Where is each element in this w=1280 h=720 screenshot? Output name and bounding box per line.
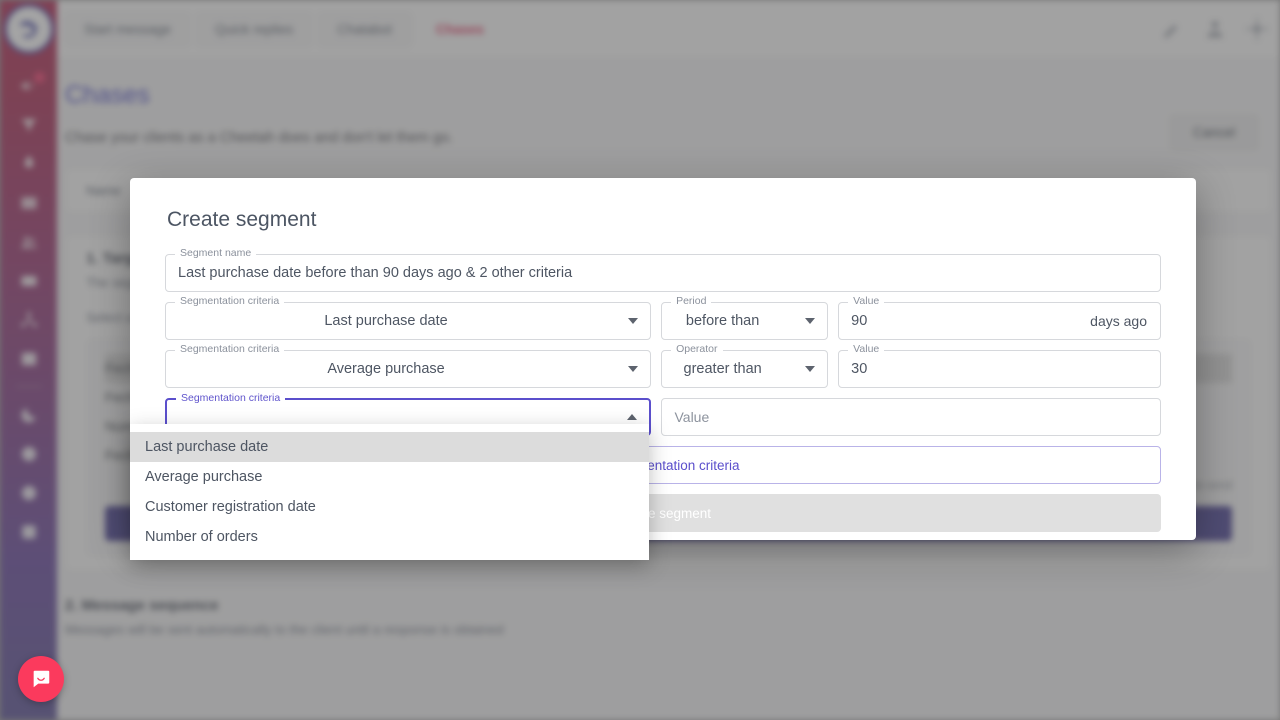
value-text-2: 30 bbox=[851, 361, 868, 377]
dropdown-option-customer-registration-date[interactable]: Customer registration date bbox=[130, 492, 649, 522]
segment-name-label: Segment name bbox=[175, 248, 257, 259]
criteria-row-1: Segmentation criteria Last purchase date… bbox=[165, 296, 1161, 340]
criteria-label-1: Segmentation criteria bbox=[175, 296, 285, 307]
chevron-up-icon[interactable] bbox=[627, 414, 638, 420]
modal-title: Create segment bbox=[167, 208, 317, 231]
value-input-2[interactable]: Value 30 bbox=[838, 344, 1161, 388]
chevron-down-icon[interactable] bbox=[805, 318, 816, 324]
segment-name-row: Segment name Last purchase date before t… bbox=[165, 248, 1161, 292]
chat-bubble-icon bbox=[33, 670, 50, 688]
period-select-1[interactable]: Period before than bbox=[661, 296, 829, 340]
value-input-3[interactable]: Value bbox=[661, 398, 1161, 436]
criteria-label-2: Segmentation criteria bbox=[175, 344, 285, 355]
criteria-row-2: Segmentation criteria Average purchase O… bbox=[165, 344, 1161, 388]
criteria-select-1[interactable]: Segmentation criteria Last purchase date bbox=[165, 296, 652, 340]
value-placeholder-3: Value bbox=[674, 409, 710, 425]
intercom-launcher-button[interactable] bbox=[18, 656, 64, 702]
dropdown-option-last-purchase-date[interactable]: Last purchase date bbox=[130, 432, 649, 462]
chevron-down-icon[interactable] bbox=[805, 366, 816, 372]
segment-name-field[interactable]: Segment name Last purchase date before t… bbox=[165, 248, 1161, 292]
criteria-value-2: Average purchase bbox=[327, 361, 445, 377]
chevron-down-icon[interactable] bbox=[628, 318, 639, 324]
value-label-2: Value bbox=[848, 344, 885, 355]
operator-label-2: Operator bbox=[671, 344, 723, 355]
segment-name-value: Last purchase date before than 90 days a… bbox=[178, 265, 573, 281]
value-text-1: 90 bbox=[851, 313, 868, 329]
chevron-down-icon[interactable] bbox=[628, 366, 639, 372]
value-input-1[interactable]: Value 90 days ago bbox=[838, 296, 1161, 340]
criteria-dropdown-menu: Last purchase date Average purchase Cust… bbox=[130, 424, 649, 560]
dropdown-option-average-purchase[interactable]: Average purchase bbox=[130, 462, 649, 492]
criteria-label-3: Segmentation criteria bbox=[176, 393, 286, 404]
period-label-1: Period bbox=[671, 296, 712, 307]
operator-select-2[interactable]: Operator greater than bbox=[661, 344, 829, 388]
criteria-select-2[interactable]: Segmentation criteria Average purchase bbox=[165, 344, 652, 388]
dropdown-option-number-of-orders[interactable]: Number of orders bbox=[130, 522, 649, 552]
period-value-1: before than bbox=[685, 313, 760, 329]
criteria-value-1: Last purchase date bbox=[324, 313, 448, 329]
value-label-1: Value bbox=[848, 296, 885, 307]
operator-value-2: greater than bbox=[683, 361, 762, 377]
value-suffix-1: days ago bbox=[1090, 313, 1147, 329]
